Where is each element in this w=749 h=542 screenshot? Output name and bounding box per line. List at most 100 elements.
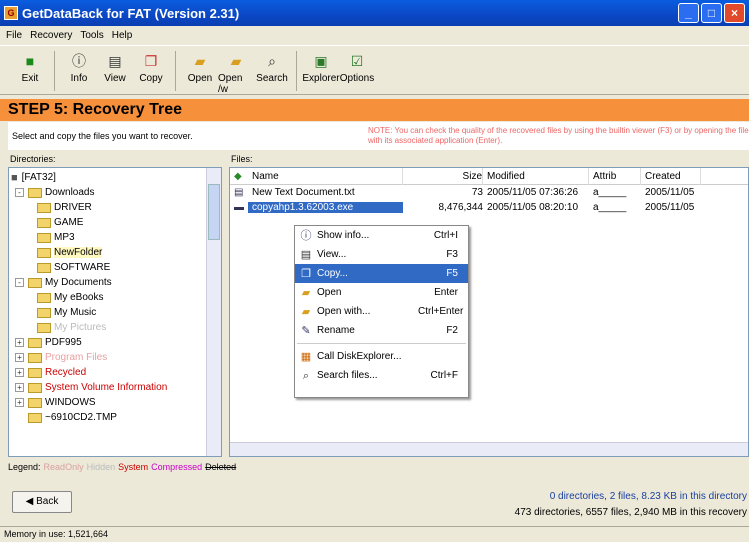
toolbar-open-w-button[interactable]: ▰ Open /w <box>218 46 254 95</box>
close-button[interactable]: × <box>724 3 745 23</box>
view-icon: ▤ <box>300 248 312 261</box>
tree-item[interactable]: NewFolder <box>11 245 221 260</box>
toolbar-label: Open /w <box>218 73 243 95</box>
folder-icon <box>28 187 42 198</box>
tree-item[interactable]: MP3 <box>11 230 221 245</box>
folder-icon <box>28 337 42 348</box>
directory-tree[interactable]: ■ [FAT32] - Downloads DRIVER GAME MP3 NewFolder… <box>8 167 222 457</box>
back-button[interactable]: ◀ Back <box>12 491 72 513</box>
toolbar-info-button[interactable]: ⓘ Info <box>61 46 97 84</box>
tree-item[interactable]: + System Volume Information <box>11 380 221 395</box>
collapse-icon[interactable]: - <box>15 278 24 287</box>
memory-status: Memory in use: 1,521,664 <box>4 529 109 539</box>
menu-file[interactable]: File <box>6 30 22 41</box>
maximize-button[interactable]: □ <box>701 3 722 23</box>
expand-icon[interactable]: + <box>15 398 24 407</box>
directories-label: Directories: <box>10 154 56 164</box>
toolbar-separator <box>175 51 176 91</box>
menu-help[interactable]: Help <box>112 30 133 41</box>
sort-arrow-icon: ◆ <box>234 170 242 182</box>
tree-item[interactable]: SOFTWARE <box>11 260 221 275</box>
toolbar-label: Options <box>339 73 375 84</box>
toolbar-view-button[interactable]: ▤ View <box>97 46 133 84</box>
toolbar-options-button[interactable]: ☑ Options <box>339 46 375 84</box>
tree-item-label: GAME <box>54 217 84 228</box>
toolbar: ■ Exit ⓘ Info ▤ View ❐ Copy ▰ Open ▰ Open /w ⌕ Search… <box>0 45 749 95</box>
info-icon: ⓘ <box>300 229 312 242</box>
toolbar-copy-button[interactable]: ❐ Copy <box>133 46 169 84</box>
tree-item[interactable]: My Music <box>11 305 221 320</box>
menu-item-open[interactable]: ▰ Open Enter <box>295 283 468 302</box>
menu-item-label: Call DiskExplorer... <box>317 351 402 362</box>
open-with-icon: ▰ <box>230 53 242 69</box>
info-icon: ⓘ <box>72 53 86 69</box>
column-header-attrib[interactable]: Attrib <box>589 168 641 185</box>
file-name: New Text Document.txt <box>252 187 355 198</box>
back-arrow-icon: ◀ <box>25 496 34 507</box>
title-bar: G GetDataBack for FAT (Version 2.31) _ □… <box>0 0 749 26</box>
menu-item-shortcut: F5 <box>446 268 458 279</box>
menu-item-call-diskexplorer[interactable]: ▦ Call DiskExplorer... <box>295 347 468 366</box>
diskexplorer-icon: ▦ <box>300 350 312 363</box>
exit-icon: ■ <box>25 53 35 69</box>
toolbar-exit-button[interactable]: ■ Exit <box>12 46 48 84</box>
tree-item[interactable]: + Recycled <box>11 365 221 380</box>
tree-item-label: NewFolder <box>54 247 103 258</box>
menu-item-view[interactable]: ▤ View... F3 <box>295 245 468 264</box>
expand-icon[interactable]: + <box>15 368 24 377</box>
tree-item-label: System Volume Information <box>45 382 168 393</box>
menu-item-copy[interactable]: ❐ Copy... F5 <box>295 264 468 283</box>
step-note: NOTE: You can check the quality of the r… <box>368 126 749 145</box>
column-header-created[interactable]: Created <box>641 168 701 185</box>
tree-item-label: My eBooks <box>54 292 104 303</box>
tree-item[interactable]: + Program Files <box>11 350 221 365</box>
expand-icon[interactable]: + <box>15 383 24 392</box>
tree-item-label: My Pictures <box>54 322 107 333</box>
minimize-button[interactable]: _ <box>678 3 699 23</box>
collapse-icon[interactable]: - <box>15 188 24 197</box>
tree-item[interactable]: ~6910CD2.TMP <box>11 410 221 425</box>
tree-item[interactable]: - My Documents <box>11 275 221 290</box>
toolbar-separator <box>296 51 297 91</box>
tree-item[interactable]: + WINDOWS <box>11 395 221 410</box>
tree-item[interactable]: - Downloads <box>11 185 221 200</box>
toolbar-label: View <box>104 73 126 84</box>
directory-scrollbar[interactable] <box>206 168 221 456</box>
file-attrib: a_____ <box>593 202 627 213</box>
tree-item[interactable]: + PDF995 <box>11 335 221 350</box>
expand-icon[interactable]: + <box>15 338 24 347</box>
file-list-scrollbar[interactable] <box>230 442 748 456</box>
column-header-name[interactable]: Name <box>248 168 403 185</box>
toolbar-search-button[interactable]: ⌕ Search <box>254 46 290 84</box>
menu-item-show-info[interactable]: ⓘ Show info... Ctrl+I <box>295 226 468 245</box>
summary-directory: 0 directories, 2 files, 8.23 KB in this … <box>549 491 747 502</box>
tree-item-label: My Documents <box>45 277 112 288</box>
menu-recovery[interactable]: Recovery <box>30 30 72 41</box>
file-row[interactable]: ▬ copyahp1.3.62003.exe 8,476,344 2005/11/05… <box>230 200 748 215</box>
tree-item[interactable]: My eBooks <box>11 290 221 305</box>
menu-item-rename[interactable]: ✎ Rename F2 <box>295 321 468 340</box>
scrollbar-thumb[interactable] <box>208 184 220 240</box>
menu-item-search-files[interactable]: ⌕ Search files... Ctrl+F <box>295 366 468 385</box>
toolbar-open-button[interactable]: ▰ Open <box>182 46 218 84</box>
tree-item[interactable]: DRIVER <box>11 200 221 215</box>
menu-tools[interactable]: Tools <box>80 30 103 41</box>
tree-item-label: My Music <box>54 307 97 318</box>
menu-item-open-with[interactable]: ▰ Open with... Ctrl+Enter <box>295 302 468 321</box>
column-header-size[interactable]: Size <box>403 168 483 185</box>
tree-item[interactable]: GAME <box>11 215 221 230</box>
expand-icon[interactable]: + <box>15 353 24 362</box>
legend-item: Deleted <box>205 462 237 472</box>
toolbar-separator <box>54 51 55 91</box>
file-modified: 2005/11/05 07:36:26 <box>487 187 579 198</box>
folder-icon <box>37 247 51 258</box>
tree-item[interactable]: My Pictures <box>11 320 221 335</box>
tree-root[interactable]: ■ [FAT32] <box>11 170 221 185</box>
folder-icon <box>28 412 42 423</box>
files-label: Files: <box>231 154 253 164</box>
file-row[interactable]: ▤ New Text Document.txt 73 2005/11/05 07:36… <box>230 185 748 200</box>
menu-item-shortcut: Ctrl+F <box>430 370 459 381</box>
column-header-modified[interactable]: Modified <box>483 168 589 185</box>
file-created: 2005/11/05 <box>645 187 695 198</box>
toolbar-explorer-button[interactable]: ▣ Explorer <box>302 46 339 84</box>
